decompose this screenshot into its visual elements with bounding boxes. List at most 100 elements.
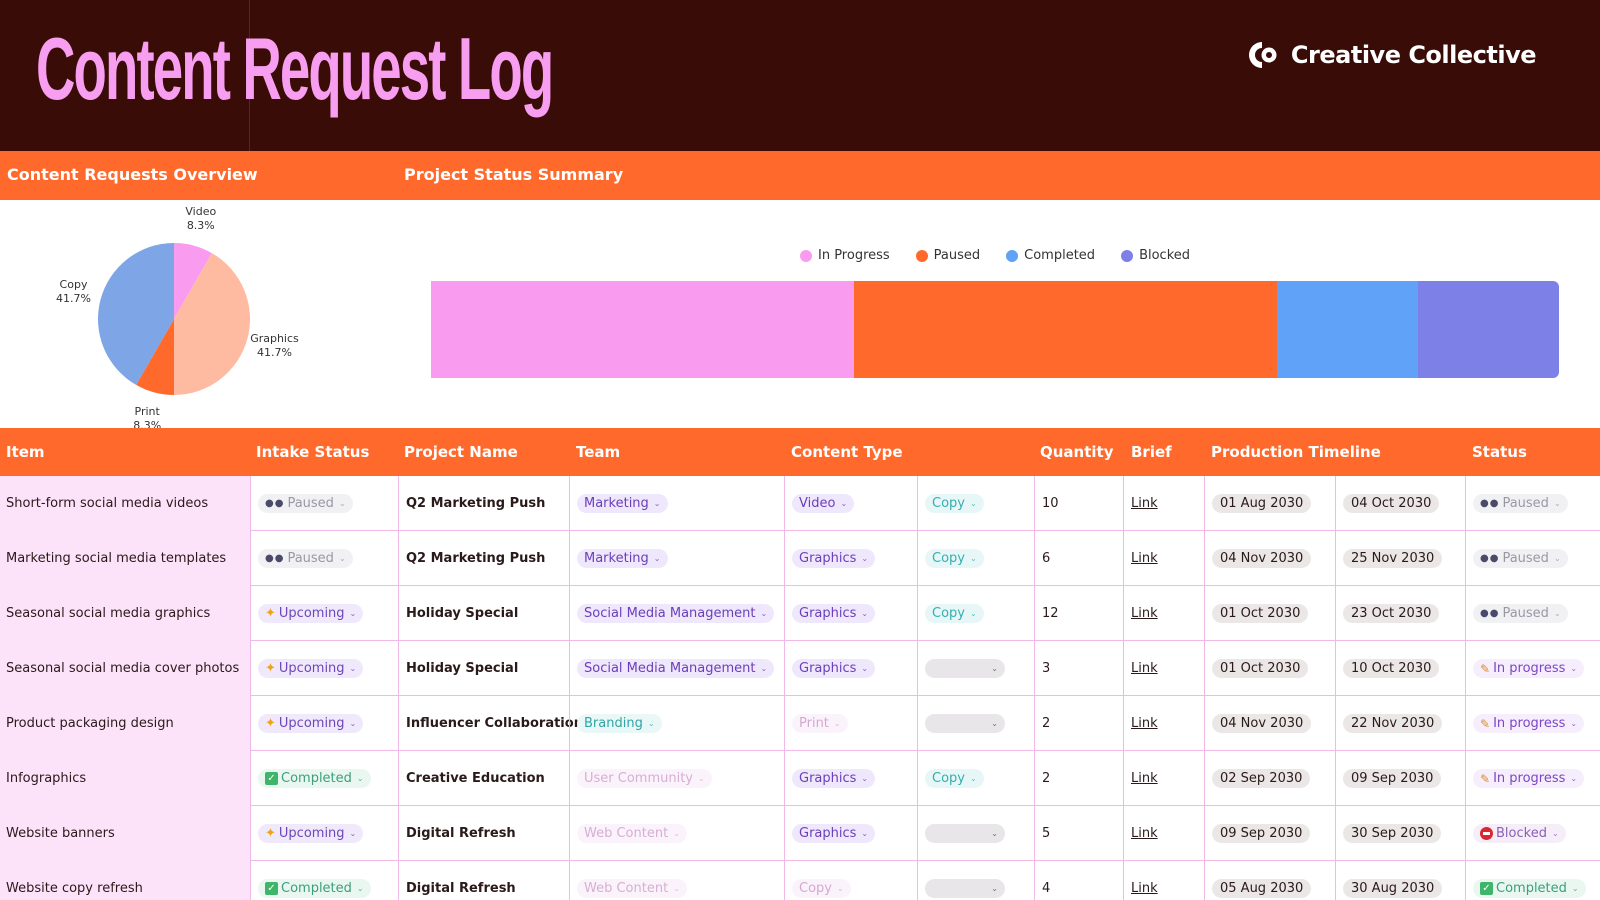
intake-status-select[interactable]: ✓ Completed ⌄ [258,769,371,788]
status-select[interactable]: ✎ In progress ⌄ [1473,659,1585,678]
start-date[interactable]: 04 Nov 2030 [1212,549,1312,568]
chevron-down-icon: ⌄ [338,554,346,563]
start-date[interactable]: 04 Nov 2030 [1212,714,1312,733]
end-date[interactable]: 23 Oct 2030 [1343,604,1440,623]
status-select[interactable]: ✎ In progress ⌄ [1473,769,1585,788]
team-select[interactable]: Branding ⌄ [577,714,662,733]
end-date[interactable]: 22 Nov 2030 [1343,714,1443,733]
team-select[interactable]: Social Media Management ⌄ [577,659,775,678]
content-type-secondary-select-label: Copy [932,606,965,621]
start-date[interactable]: 01 Aug 2030 [1212,494,1312,513]
status-select[interactable]: ●● Paused ⌄ [1473,604,1568,623]
empty-select[interactable]: ⌄ [925,714,1005,733]
intake-status-select[interactable]: ✦ Upcoming ⌄ [258,604,364,623]
intake-status-select[interactable]: ✦ Upcoming ⌄ [258,824,364,843]
brief-link[interactable]: Link [1131,551,1158,566]
legend-label: Blocked [1139,248,1191,263]
status-select-label: In progress [1493,661,1566,676]
content-type-select-label: Graphics [799,771,857,786]
checkmark-icon: ✓ [265,772,278,785]
empty-select[interactable]: ⌄ [925,879,1005,898]
col-brief[interactable]: Brief [1131,443,1172,461]
brief-link[interactable]: Link [1131,606,1158,621]
content-type-secondary-select[interactable]: Copy ⌄ [925,769,984,788]
content-type-select[interactable]: Copy ⌄ [792,879,851,898]
content-type-select[interactable]: Graphics ⌄ [792,769,876,788]
col-status[interactable]: Status [1472,443,1527,461]
intake-status-select-label: Upcoming [278,661,345,676]
legend-label: Completed [1024,248,1096,263]
chevron-down-icon: ⌄ [836,884,844,893]
empty-select[interactable]: ⌄ [925,659,1005,678]
content-type-select[interactable]: Video ⌄ [792,494,855,513]
checkmark-icon: ✓ [265,882,278,895]
col-content-type[interactable]: Content Type [791,443,903,461]
brief-link[interactable]: Link [1131,496,1158,511]
cell-brief: Link [1123,861,1204,900]
content-type-select[interactable]: Print ⌄ [792,714,848,733]
start-date[interactable]: 09 Sep 2030 [1212,824,1311,843]
team-select[interactable]: Social Media Management ⌄ [577,604,775,623]
item-name: Seasonal social media cover photos [6,661,240,676]
start-date[interactable]: 05 Aug 2030 [1212,879,1312,898]
cell-ctype2: Copy ⌄ [917,476,1034,531]
status-select[interactable]: ✎ In progress ⌄ [1473,714,1585,733]
end-date[interactable]: 25 Nov 2030 [1343,549,1443,568]
intake-status-select[interactable]: ✦ Upcoming ⌄ [258,659,364,678]
status-select[interactable]: ●● Paused ⌄ [1473,494,1568,513]
team-select[interactable]: Web Content ⌄ [577,824,687,843]
intake-status-select[interactable]: ●● Paused ⌄ [258,549,353,568]
intake-status-select-label: Paused [287,496,334,511]
team-select[interactable]: Marketing ⌄ [577,549,668,568]
col-quantity[interactable]: Quantity [1040,443,1114,461]
start-date[interactable]: 02 Sep 2030 [1212,769,1311,788]
col-intake-status[interactable]: Intake Status [256,443,369,461]
chevron-down-icon: ⌄ [356,884,364,893]
col-item[interactable]: Item [6,443,45,461]
cell-status: ●● Paused ⌄ [1465,531,1600,586]
col-production-timeline[interactable]: Production Timeline [1211,443,1381,461]
brief-link[interactable]: Link [1131,661,1158,676]
col-project-name[interactable]: Project Name [404,443,518,461]
table-row: Website copy refresh ✓ Completed ⌄ Digital R… [0,861,1600,900]
end-date[interactable]: 10 Oct 2030 [1343,659,1440,678]
team-select[interactable]: User Community ⌄ [577,769,712,788]
bar-segment-completed [1277,281,1418,378]
cell-ctype: Copy ⌄ [784,861,917,900]
paused-icon: ●● [1480,498,1500,509]
end-date[interactable]: 30 Aug 2030 [1343,879,1443,898]
col-team[interactable]: Team [576,443,620,461]
content-type-select[interactable]: Graphics ⌄ [792,549,876,568]
start-date[interactable]: 01 Oct 2030 [1212,604,1309,623]
brief-link[interactable]: Link [1131,881,1158,896]
intake-status-select[interactable]: ✓ Completed ⌄ [258,879,371,898]
team-select[interactable]: Marketing ⌄ [577,494,668,513]
empty-select[interactable]: ⌄ [925,824,1005,843]
team-select[interactable]: Web Content ⌄ [577,879,687,898]
end-date[interactable]: 30 Sep 2030 [1343,824,1442,843]
quantity-value: 2 [1042,771,1051,786]
brand: Creative Collective [1247,40,1537,70]
end-date[interactable]: 09 Sep 2030 [1343,769,1442,788]
brief-link[interactable]: Link [1131,826,1158,841]
content-type-select[interactable]: Graphics ⌄ [792,659,876,678]
content-type-secondary-select[interactable]: Copy ⌄ [925,549,984,568]
status-select[interactable]: ✓ Completed ⌄ [1473,879,1586,898]
status-select[interactable]: Blocked ⌄ [1473,824,1566,843]
chevron-down-icon: ⌄ [673,829,680,838]
cell-team: Marketing ⌄ [569,531,784,586]
end-date[interactable]: 04 Oct 2030 [1343,494,1440,513]
brand-logo-icon [1248,42,1277,68]
status-select[interactable]: ●● Paused ⌄ [1473,549,1568,568]
brief-link[interactable]: Link [1131,716,1158,731]
brief-link[interactable]: Link [1131,771,1158,786]
content-type-select[interactable]: Graphics ⌄ [792,604,876,623]
content-type-secondary-select[interactable]: Copy ⌄ [925,604,984,623]
intake-status-select[interactable]: ✦ Upcoming ⌄ [258,714,364,733]
content-type-secondary-select[interactable]: Copy ⌄ [925,494,984,513]
intake-status-select[interactable]: ●● Paused ⌄ [258,494,353,513]
content-type-select[interactable]: Graphics ⌄ [792,824,876,843]
start-date[interactable]: 01 Oct 2030 [1212,659,1309,678]
chevron-down-icon: ⌄ [991,884,998,893]
cell-project: Holiday Special [398,586,569,641]
